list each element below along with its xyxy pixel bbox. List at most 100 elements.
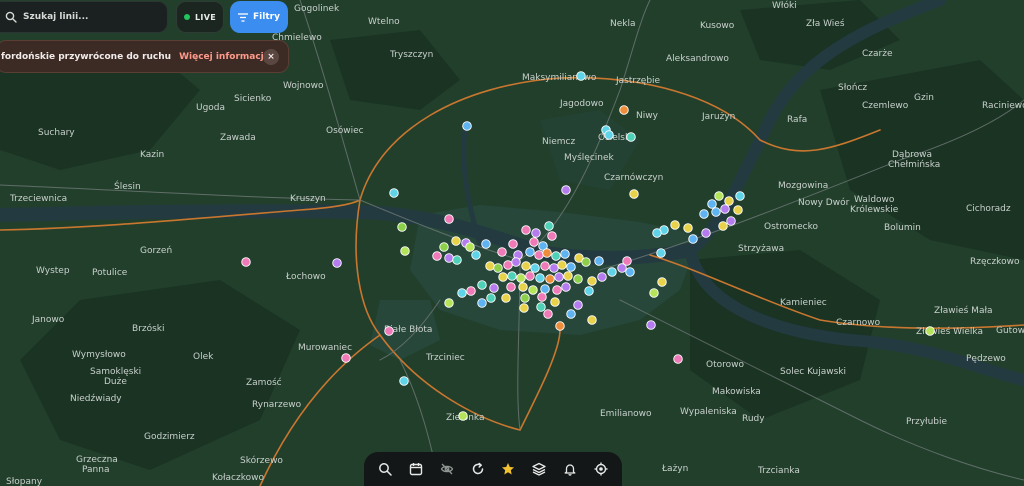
vehicle-marker[interactable] <box>554 272 564 282</box>
layers-tool-button[interactable] <box>527 457 551 481</box>
vehicle-marker[interactable] <box>547 231 557 241</box>
vehicle-marker[interactable] <box>594 256 604 266</box>
vehicle-marker[interactable] <box>462 121 472 131</box>
vehicle-marker[interactable] <box>518 282 528 292</box>
vehicle-marker[interactable] <box>400 246 410 256</box>
vehicle-marker[interactable] <box>519 303 529 313</box>
vehicle-marker[interactable] <box>735 191 745 201</box>
vehicle-marker[interactable] <box>543 309 553 319</box>
vehicle-marker[interactable] <box>626 132 636 142</box>
vehicle-marker[interactable] <box>646 320 656 330</box>
vehicle-marker[interactable] <box>534 250 544 260</box>
vehicle-marker[interactable] <box>561 185 571 195</box>
vehicle-marker[interactable] <box>699 209 709 219</box>
vehicle-marker[interactable] <box>555 321 565 331</box>
vehicle-marker[interactable] <box>550 297 560 307</box>
vehicle-marker[interactable] <box>506 282 516 292</box>
vehicle-marker[interactable] <box>536 302 546 312</box>
vehicle-marker[interactable] <box>397 222 407 232</box>
vehicle-marker[interactable] <box>617 263 627 273</box>
vehicle-marker[interactable] <box>544 221 554 231</box>
vehicle-marker[interactable] <box>477 298 487 308</box>
vehicle-marker[interactable] <box>528 285 538 295</box>
vehicle-marker[interactable] <box>552 285 562 295</box>
vehicle-marker[interactable] <box>549 263 559 273</box>
hide-vehicles-tool-button[interactable] <box>435 457 459 481</box>
vehicle-marker[interactable] <box>625 267 635 277</box>
vehicle-marker[interactable] <box>670 220 680 230</box>
live-button[interactable]: LIVE <box>176 1 224 33</box>
vehicle-marker[interactable] <box>573 300 583 310</box>
vehicle-marker[interactable] <box>481 239 491 249</box>
vehicle-marker[interactable] <box>516 273 526 283</box>
vehicle-marker[interactable] <box>688 234 698 244</box>
vehicle-marker[interactable] <box>466 286 476 296</box>
vehicle-marker[interactable] <box>537 292 547 302</box>
vehicle-marker[interactable] <box>587 315 597 325</box>
vehicle-marker[interactable] <box>521 261 531 271</box>
vehicle-marker[interactable] <box>649 288 659 298</box>
vehicle-marker[interactable] <box>711 207 721 217</box>
vehicle-marker[interactable] <box>714 191 724 201</box>
vehicle-marker[interactable] <box>503 260 513 270</box>
vehicle-marker[interactable] <box>540 284 550 294</box>
alerts-tool-button[interactable] <box>558 457 582 481</box>
favorites-tool-button[interactable] <box>496 457 520 481</box>
vehicle-marker[interactable] <box>432 251 442 261</box>
vehicle-marker[interactable] <box>652 228 662 238</box>
vehicle-marker[interactable] <box>597 272 607 282</box>
vehicle-marker[interactable] <box>507 271 517 281</box>
vehicle-marker[interactable] <box>477 280 487 290</box>
vehicle-marker[interactable] <box>241 257 251 267</box>
vehicle-marker[interactable] <box>489 283 499 293</box>
vehicle-marker[interactable] <box>561 282 571 292</box>
vehicle-marker[interactable] <box>501 293 511 303</box>
vehicle-marker[interactable] <box>925 326 935 336</box>
vehicle-marker[interactable] <box>545 274 555 284</box>
vehicle-marker[interactable] <box>656 248 666 258</box>
vehicle-marker[interactable] <box>471 250 481 260</box>
vehicle-marker[interactable] <box>683 223 693 233</box>
vehicle-marker[interactable] <box>576 71 586 81</box>
vehicle-marker[interactable] <box>733 205 743 215</box>
vehicle-marker[interactable] <box>629 189 639 199</box>
filter-button[interactable]: Filtry <box>230 1 288 33</box>
vehicle-marker[interactable] <box>439 242 449 252</box>
vehicle-marker[interactable] <box>521 225 531 235</box>
vehicle-marker[interactable] <box>657 277 667 287</box>
vehicle-marker[interactable] <box>458 411 468 421</box>
vehicle-marker[interactable] <box>551 251 561 261</box>
vehicle-marker[interactable] <box>497 247 507 257</box>
vehicle-marker[interactable] <box>531 228 541 238</box>
vehicle-marker[interactable] <box>619 105 629 115</box>
vehicle-marker[interactable] <box>607 267 617 277</box>
vehicle-marker[interactable] <box>542 248 552 258</box>
vehicle-marker[interactable] <box>587 276 597 286</box>
vehicle-marker[interactable] <box>399 376 409 386</box>
vehicle-marker[interactable] <box>508 239 518 249</box>
vehicle-marker[interactable] <box>535 273 545 283</box>
vehicle-marker[interactable] <box>493 263 503 273</box>
vehicle-marker[interactable] <box>563 271 573 281</box>
vehicle-marker[interactable] <box>540 261 550 271</box>
locate-tool-button[interactable] <box>589 457 613 481</box>
refresh-tool-button[interactable] <box>466 457 490 481</box>
vehicle-marker[interactable] <box>557 260 567 270</box>
vehicle-marker[interactable] <box>529 237 539 247</box>
vehicle-marker[interactable] <box>451 236 461 246</box>
vehicle-marker[interactable] <box>726 216 736 226</box>
vehicle-marker[interactable] <box>584 286 594 296</box>
vehicle-marker[interactable] <box>444 298 454 308</box>
vehicle-marker[interactable] <box>701 228 711 238</box>
vehicle-marker[interactable] <box>485 261 495 271</box>
vehicle-marker[interactable] <box>604 130 614 140</box>
vehicle-marker[interactable] <box>332 258 342 268</box>
vehicle-marker[interactable] <box>444 214 454 224</box>
vehicle-marker[interactable] <box>573 274 583 284</box>
vehicle-marker[interactable] <box>673 354 683 364</box>
vehicle-marker[interactable] <box>511 257 521 267</box>
schedule-tool-button[interactable] <box>404 457 428 481</box>
vehicle-marker[interactable] <box>498 272 508 282</box>
vehicle-marker[interactable] <box>718 221 728 231</box>
vehicle-marker[interactable] <box>724 196 734 206</box>
